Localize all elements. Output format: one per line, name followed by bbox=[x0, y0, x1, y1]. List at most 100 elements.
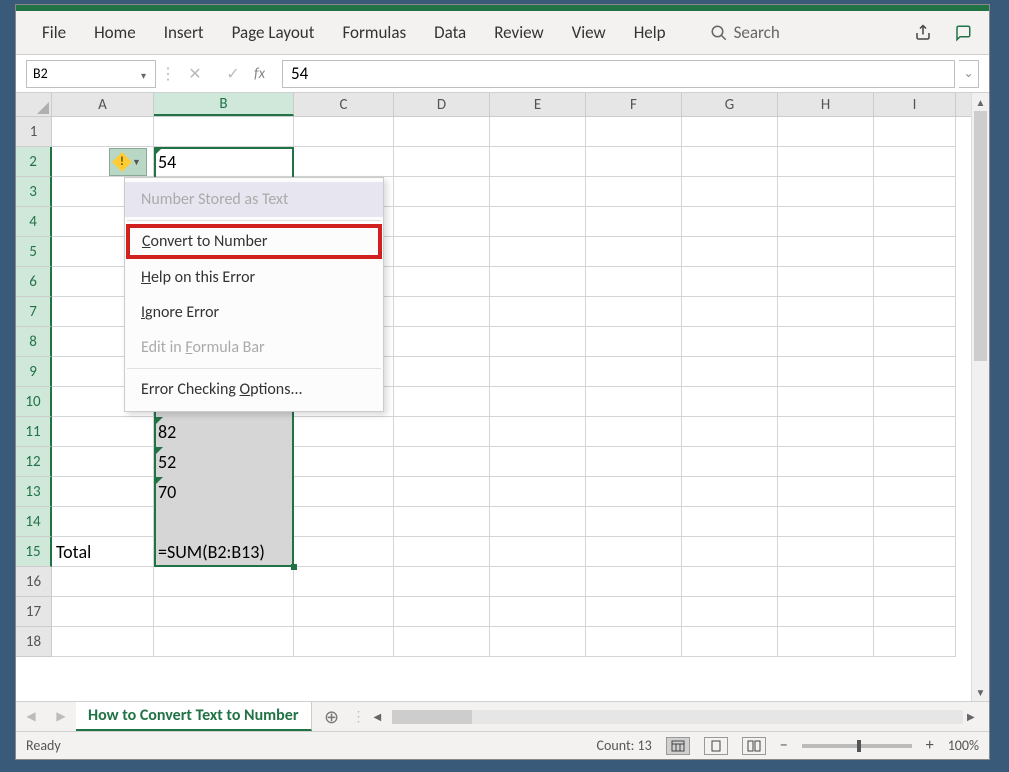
cell-h13[interactable] bbox=[778, 477, 874, 507]
cell-i16[interactable] bbox=[874, 567, 956, 597]
cell-e3[interactable] bbox=[490, 177, 586, 207]
cell-b12[interactable]: 52 bbox=[154, 447, 294, 477]
cell-b17[interactable] bbox=[154, 597, 294, 627]
cell-f5[interactable] bbox=[586, 237, 682, 267]
menu-convert-to-number[interactable]: Convert to Number bbox=[126, 224, 382, 259]
add-sheet-button[interactable]: ⊕ bbox=[312, 706, 352, 728]
menu-help-on-error[interactable]: Help on this Error bbox=[125, 260, 383, 295]
row-header[interactable]: 12 bbox=[16, 447, 52, 477]
cell-a1[interactable] bbox=[52, 117, 154, 147]
cell-e2[interactable] bbox=[490, 147, 586, 177]
cell-e9[interactable] bbox=[490, 357, 586, 387]
row-header[interactable]: 13 bbox=[16, 477, 52, 507]
ribbon-tab-view[interactable]: View bbox=[558, 11, 620, 54]
cell-c16[interactable] bbox=[294, 567, 394, 597]
zoom-level[interactable]: 100% bbox=[948, 737, 979, 754]
cell-e13[interactable] bbox=[490, 477, 586, 507]
cell-g1[interactable] bbox=[682, 117, 778, 147]
row-header[interactable]: 17 bbox=[16, 597, 52, 627]
cell-e16[interactable] bbox=[490, 567, 586, 597]
row-header[interactable]: 5 bbox=[16, 237, 52, 267]
comments-icon[interactable] bbox=[943, 24, 983, 42]
cell-a11[interactable] bbox=[52, 417, 154, 447]
cell-i9[interactable] bbox=[874, 357, 956, 387]
scroll-down-icon[interactable]: ▼ bbox=[972, 683, 989, 701]
cell-f8[interactable] bbox=[586, 327, 682, 357]
col-header-g[interactable]: G bbox=[682, 93, 778, 116]
formula-input[interactable]: 54 bbox=[282, 60, 955, 88]
ribbon-tab-page-layout[interactable]: Page Layout bbox=[218, 11, 329, 54]
cell-i12[interactable] bbox=[874, 447, 956, 477]
ribbon-tab-insert[interactable]: Insert bbox=[150, 11, 218, 54]
row-header[interactable]: 7 bbox=[16, 297, 52, 327]
enter-formula-button[interactable]: ✓ bbox=[216, 60, 250, 88]
scroll-thumb[interactable] bbox=[974, 111, 987, 361]
scroll-up-icon[interactable]: ▲ bbox=[972, 93, 989, 111]
cell-d11[interactable] bbox=[394, 417, 490, 447]
sheet-nav-prev-icon[interactable]: ◀ bbox=[16, 709, 46, 724]
col-header-c[interactable]: C bbox=[294, 93, 394, 116]
cell-c17[interactable] bbox=[294, 597, 394, 627]
cell-i18[interactable] bbox=[874, 627, 956, 657]
col-header-i[interactable]: I bbox=[874, 93, 956, 116]
cell-h7[interactable] bbox=[778, 297, 874, 327]
cell-f7[interactable] bbox=[586, 297, 682, 327]
cell-d5[interactable] bbox=[394, 237, 490, 267]
menu-error-checking-options[interactable]: Error Checking Options... bbox=[125, 372, 383, 407]
col-header-e[interactable]: E bbox=[490, 93, 586, 116]
cell-d7[interactable] bbox=[394, 297, 490, 327]
cell-f3[interactable] bbox=[586, 177, 682, 207]
cell-b14[interactable] bbox=[154, 507, 294, 537]
cell-f15[interactable] bbox=[586, 537, 682, 567]
cell-d12[interactable] bbox=[394, 447, 490, 477]
cell-f1[interactable] bbox=[586, 117, 682, 147]
cell-i13[interactable] bbox=[874, 477, 956, 507]
cell-g15[interactable] bbox=[682, 537, 778, 567]
cell-b18[interactable] bbox=[154, 627, 294, 657]
cell-a16[interactable] bbox=[52, 567, 154, 597]
cell-d4[interactable] bbox=[394, 207, 490, 237]
cell-f16[interactable] bbox=[586, 567, 682, 597]
cell-i10[interactable] bbox=[874, 387, 956, 417]
cell-c14[interactable] bbox=[294, 507, 394, 537]
cell-g12[interactable] bbox=[682, 447, 778, 477]
cell-h2[interactable] bbox=[778, 147, 874, 177]
cell-d1[interactable] bbox=[394, 117, 490, 147]
ribbon-tab-home[interactable]: Home bbox=[80, 11, 150, 54]
cell-h14[interactable] bbox=[778, 507, 874, 537]
cell-b2[interactable]: 54 bbox=[154, 147, 294, 177]
error-indicator-button[interactable]: ! ▼ bbox=[109, 148, 147, 176]
cancel-formula-button[interactable]: ✕ bbox=[178, 60, 212, 88]
cell-e17[interactable] bbox=[490, 597, 586, 627]
cell-d8[interactable] bbox=[394, 327, 490, 357]
cell-g18[interactable] bbox=[682, 627, 778, 657]
cell-g3[interactable] bbox=[682, 177, 778, 207]
cell-h9[interactable] bbox=[778, 357, 874, 387]
row-header[interactable]: 9 bbox=[16, 357, 52, 387]
col-header-h[interactable]: H bbox=[778, 93, 874, 116]
cell-e1[interactable] bbox=[490, 117, 586, 147]
cell-c12[interactable] bbox=[294, 447, 394, 477]
cell-h1[interactable] bbox=[778, 117, 874, 147]
cell-c18[interactable] bbox=[294, 627, 394, 657]
col-header-a[interactable]: A bbox=[52, 93, 154, 116]
fx-label[interactable]: fx bbox=[254, 65, 278, 83]
cell-b15[interactable]: =SUM(B2:B13) bbox=[154, 537, 294, 567]
cell-g9[interactable] bbox=[682, 357, 778, 387]
cell-i15[interactable] bbox=[874, 537, 956, 567]
row-header[interactable]: 15 bbox=[16, 537, 52, 567]
scroll-right-icon[interactable]: ▶ bbox=[967, 710, 981, 723]
cell-h10[interactable] bbox=[778, 387, 874, 417]
vertical-scrollbar[interactable]: ▲ ▼ bbox=[971, 93, 989, 701]
cell-i17[interactable] bbox=[874, 597, 956, 627]
row-header[interactable]: 2 bbox=[16, 147, 52, 177]
col-header-f[interactable]: F bbox=[586, 93, 682, 116]
cell-h12[interactable] bbox=[778, 447, 874, 477]
cell-h18[interactable] bbox=[778, 627, 874, 657]
cell-c13[interactable] bbox=[294, 477, 394, 507]
row-header[interactable]: 4 bbox=[16, 207, 52, 237]
cell-f12[interactable] bbox=[586, 447, 682, 477]
cell-h4[interactable] bbox=[778, 207, 874, 237]
cell-d15[interactable] bbox=[394, 537, 490, 567]
cell-e4[interactable] bbox=[490, 207, 586, 237]
